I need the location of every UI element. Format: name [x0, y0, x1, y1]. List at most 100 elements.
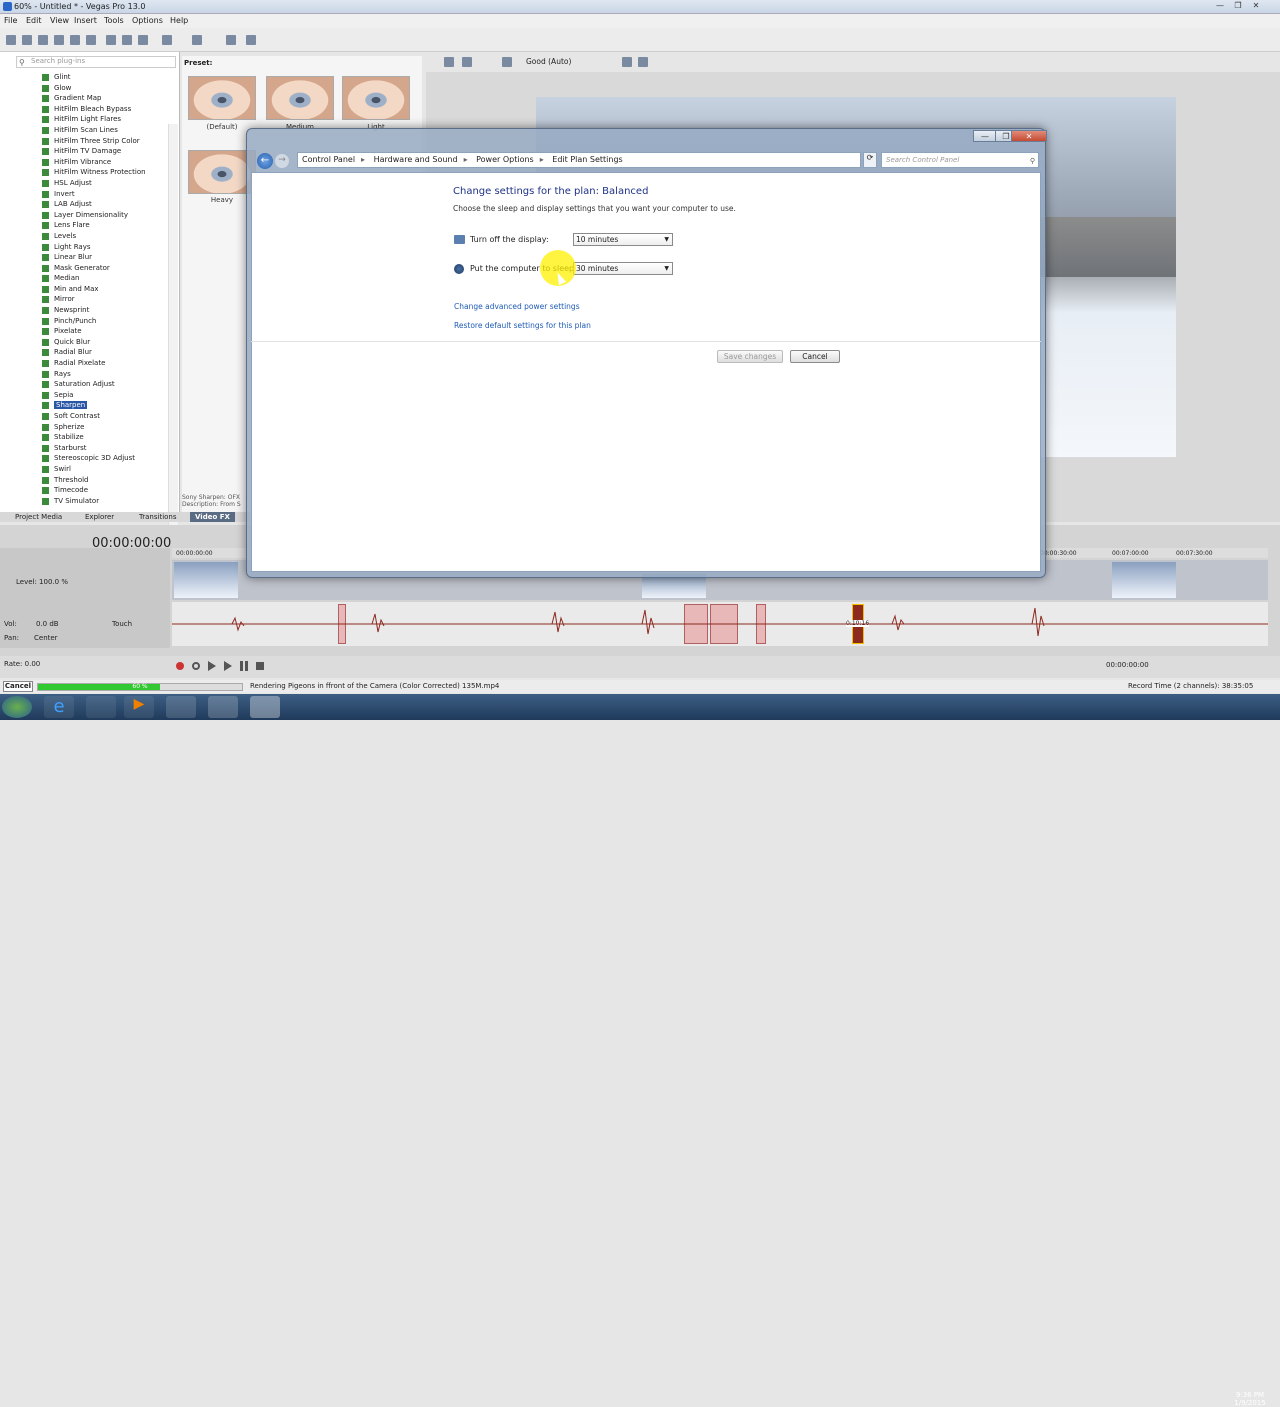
plugin-list-item[interactable]: Sharpen	[40, 400, 170, 411]
breadcrumb[interactable]: Control Panel ▸ Hardware and Sound ▸ Power…	[297, 152, 861, 168]
save-as-icon[interactable]	[54, 35, 64, 45]
plugin-list-item[interactable]: Pixelate	[40, 326, 170, 337]
plugin-list-item[interactable]: Mask Generator	[40, 263, 170, 274]
plugin-list-item[interactable]: Quick Blur	[40, 337, 170, 348]
preset-thumb-default[interactable]	[188, 76, 256, 120]
sleep-timeout-select[interactable]: 30 minutes ▼	[573, 262, 673, 275]
plugin-list-item[interactable]: Saturation Adjust	[40, 379, 170, 390]
display-timeout-select[interactable]: 10 minutes ▼	[573, 233, 673, 246]
close-icon[interactable]: ✕	[1250, 1, 1262, 12]
plugin-list-item[interactable]: HSL Adjust	[40, 178, 170, 189]
plugin-list-item[interactable]: HitFilm Light Flares	[40, 114, 170, 125]
breadcrumb-control-panel[interactable]: Control Panel	[302, 155, 355, 164]
plugin-list-item[interactable]: Timecode	[40, 485, 170, 496]
plugin-list-item[interactable]: Rays	[40, 369, 170, 380]
tab-explorer[interactable]: Explorer	[80, 512, 119, 522]
vegas-taskbar-icon[interactable]	[208, 696, 238, 718]
plugin-list-item[interactable]: Newsprint	[40, 305, 170, 316]
edit-tool-icon[interactable]	[226, 35, 236, 45]
plugin-list-item[interactable]: Invert	[40, 189, 170, 200]
menu-help[interactable]: Help	[170, 16, 188, 25]
plugin-list-item[interactable]: Layer Dimensionality	[40, 210, 170, 221]
dialog-minimize-icon[interactable]: —	[973, 130, 997, 142]
render-cancel-button[interactable]: Cancel	[3, 681, 33, 692]
plugin-list-item[interactable]: Starburst	[40, 443, 170, 454]
breadcrumb-hardware-sound[interactable]: Hardware and Sound	[374, 155, 458, 164]
plugin-list-item[interactable]: TV Simulator	[40, 496, 170, 507]
plugin-list-item[interactable]: HitFilm Bleach Bypass	[40, 104, 170, 115]
plugin-list-item[interactable]: HitFilm Three Strip Color	[40, 136, 170, 147]
save-snapshot-icon[interactable]	[638, 57, 648, 67]
video-clip-thumb[interactable]	[1112, 562, 1176, 598]
render-icon[interactable]	[70, 35, 80, 45]
plugin-list-item[interactable]: Lens Flare	[40, 220, 170, 231]
preview-device-icon[interactable]	[462, 57, 472, 67]
pause-icon[interactable]	[240, 661, 248, 671]
back-arrow-icon[interactable]: ←	[257, 153, 273, 169]
cancel-button[interactable]: Cancel	[790, 350, 840, 363]
file-explorer-icon[interactable]	[86, 696, 116, 718]
menu-view[interactable]: View	[50, 16, 69, 25]
open-icon[interactable]	[22, 35, 32, 45]
preview-settings-icon[interactable]	[444, 57, 454, 67]
menu-options[interactable]: Options	[132, 16, 163, 25]
plugin-list-item[interactable]: Glow	[40, 83, 170, 94]
plugin-list-item[interactable]: HitFilm Vibrance	[40, 157, 170, 168]
preview-quality[interactable]: Good (Auto)	[526, 57, 571, 66]
plugin-list-item[interactable]: Linear Blur	[40, 252, 170, 263]
menu-insert[interactable]: Insert	[74, 16, 97, 25]
plugin-list-item[interactable]: Spherize	[40, 422, 170, 433]
start-button-icon[interactable]	[2, 696, 32, 718]
play-icon[interactable]	[224, 661, 232, 671]
new-icon[interactable]	[6, 35, 16, 45]
menu-edit[interactable]: Edit	[26, 16, 42, 25]
plugin-list-item[interactable]: Radial Pixelate	[40, 358, 170, 369]
plugin-list-item[interactable]: HitFilm Scan Lines	[40, 125, 170, 136]
automation-mode[interactable]: Touch	[112, 620, 132, 628]
record-icon[interactable]	[176, 662, 184, 670]
redo-icon[interactable]	[192, 35, 202, 45]
menu-file[interactable]: File	[4, 16, 17, 25]
internet-explorer-icon[interactable]: e	[44, 696, 74, 718]
plugin-list-item[interactable]: Gradient Map	[40, 93, 170, 104]
plugin-list-item[interactable]: Mirror	[40, 294, 170, 305]
plugin-list-item[interactable]: Stereoscopic 3D Adjust	[40, 453, 170, 464]
save-icon[interactable]	[38, 35, 48, 45]
stop-icon[interactable]	[256, 662, 264, 670]
paste-icon[interactable]	[138, 35, 148, 45]
undo-icon[interactable]	[162, 35, 172, 45]
save-disk-icon[interactable]	[166, 696, 196, 718]
plugin-list-item[interactable]: Radial Blur	[40, 347, 170, 358]
maximize-icon[interactable]: ❐	[1232, 1, 1244, 12]
breadcrumb-edit-plan[interactable]: Edit Plan Settings	[552, 155, 622, 164]
properties-icon[interactable]	[86, 35, 96, 45]
dialog-close-icon[interactable]: ✕	[1011, 130, 1047, 142]
help-cursor-icon[interactable]	[246, 35, 256, 45]
plugin-list-item[interactable]: Sepia	[40, 390, 170, 401]
breadcrumb-power-options[interactable]: Power Options	[476, 155, 534, 164]
control-panel-taskbar-icon[interactable]	[250, 696, 280, 718]
plugin-list-item[interactable]: Soft Contrast	[40, 411, 170, 422]
menu-tools[interactable]: Tools	[104, 16, 124, 25]
tab-video-fx[interactable]: Video FX	[190, 512, 235, 522]
media-player-icon[interactable]: ▶	[124, 696, 154, 718]
tab-transitions[interactable]: Transitions	[134, 512, 182, 522]
system-clock[interactable]: 9:36 PM 1/9/2015	[1230, 1391, 1270, 1407]
plugin-list-item[interactable]: Min and Max	[40, 284, 170, 295]
plugin-list-item[interactable]: Pinch/Punch	[40, 316, 170, 327]
plugin-list-item[interactable]: Levels	[40, 231, 170, 242]
plugin-list-item[interactable]: Light Rays	[40, 242, 170, 253]
save-changes-button[interactable]: Save changes	[717, 350, 783, 363]
plugin-list-scrollbar[interactable]	[168, 124, 178, 554]
forward-arrow-icon[interactable]: →	[275, 154, 289, 168]
copy-snapshot-icon[interactable]	[622, 57, 632, 67]
tab-project-media[interactable]: Project Media	[10, 512, 67, 522]
plugin-list-item[interactable]: HitFilm TV Damage	[40, 146, 170, 157]
restore-defaults-link[interactable]: Restore default settings for this plan	[454, 321, 591, 330]
preset-thumb-medium[interactable]	[266, 76, 334, 120]
split-screen-icon[interactable]	[502, 57, 512, 67]
video-clip-thumb[interactable]	[174, 562, 238, 598]
refresh-icon[interactable]: ⟳	[863, 152, 877, 168]
plugin-list-item[interactable]: Median	[40, 273, 170, 284]
control-panel-search-input[interactable]: Search Control Panel ⚲	[881, 152, 1039, 168]
